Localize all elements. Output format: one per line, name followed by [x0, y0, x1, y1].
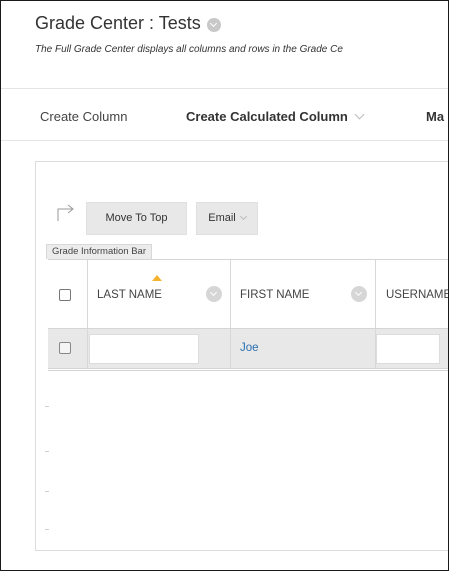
first-name-link[interactable]: Joe	[240, 342, 259, 354]
row-checkbox[interactable]	[59, 342, 71, 354]
move-to-top-button[interactable]: Move To Top	[86, 202, 187, 235]
page-header: Grade Center : Tests The Full Grade Cent…	[1, 1, 448, 89]
table-header-row: LAST NAME FIRST NAME USERNAME	[48, 259, 449, 329]
create-calculated-column-label: Create Calculated Column	[186, 109, 348, 124]
username-field[interactable]	[376, 334, 440, 364]
table-row: Joe	[48, 329, 448, 369]
manage-label: Ma	[426, 109, 445, 124]
grid-empty-area	[45, 370, 448, 550]
row-divider	[45, 451, 49, 452]
row-select-cell	[48, 329, 88, 368]
page-title: Grade Center : Tests	[35, 13, 201, 33]
column-label: USERNAME	[386, 289, 449, 301]
grade-information-bar[interactable]: Grade Information Bar	[46, 244, 152, 259]
row-divider	[45, 491, 49, 492]
column-label: LAST NAME	[97, 289, 162, 301]
last-name-field[interactable]	[89, 334, 199, 364]
sort-ascending-icon	[152, 275, 162, 281]
select-all-cell	[48, 260, 88, 328]
column-label: FIRST NAME	[240, 289, 310, 301]
app-frame: Grade Center : Tests The Full Grade Cent…	[0, 0, 449, 571]
create-calculated-column-button[interactable]: Create Calculated Column	[186, 109, 365, 124]
column-header-username[interactable]: USERNAME	[376, 260, 449, 328]
row-divider	[45, 406, 49, 407]
email-button[interactable]: Email	[196, 202, 258, 235]
email-label: Email	[208, 212, 236, 224]
chevron-down-icon[interactable]	[206, 17, 221, 32]
chevron-down-icon	[239, 212, 247, 221]
chevron-down-icon	[354, 109, 365, 120]
column-header-first-name[interactable]: FIRST NAME	[231, 260, 376, 328]
column-menu-icon[interactable]	[351, 286, 367, 302]
column-menu-icon[interactable]	[206, 286, 222, 302]
column-header-last-name[interactable]: LAST NAME	[88, 260, 231, 328]
username-cell[interactable]	[376, 329, 448, 368]
move-to-top-label: Move To Top	[105, 212, 168, 224]
select-all-checkbox[interactable]	[59, 289, 71, 301]
row-divider	[45, 529, 49, 530]
first-name-cell[interactable]: Joe	[231, 329, 376, 368]
corner-arrow-icon	[57, 204, 74, 221]
title-row: Grade Center : Tests	[35, 13, 221, 34]
action-bar: Create Column Create Calculated Column M…	[1, 89, 448, 141]
create-column-label: Create Column	[40, 109, 128, 124]
manage-button[interactable]: Ma	[426, 109, 444, 124]
last-name-cell[interactable]	[88, 329, 231, 368]
grade-grid-panel: Move To Top Email Grade Information Bar …	[35, 161, 449, 551]
create-column-button[interactable]: Create Column	[40, 109, 127, 124]
page-description: The Full Grade Center displays all colum…	[35, 44, 343, 55]
